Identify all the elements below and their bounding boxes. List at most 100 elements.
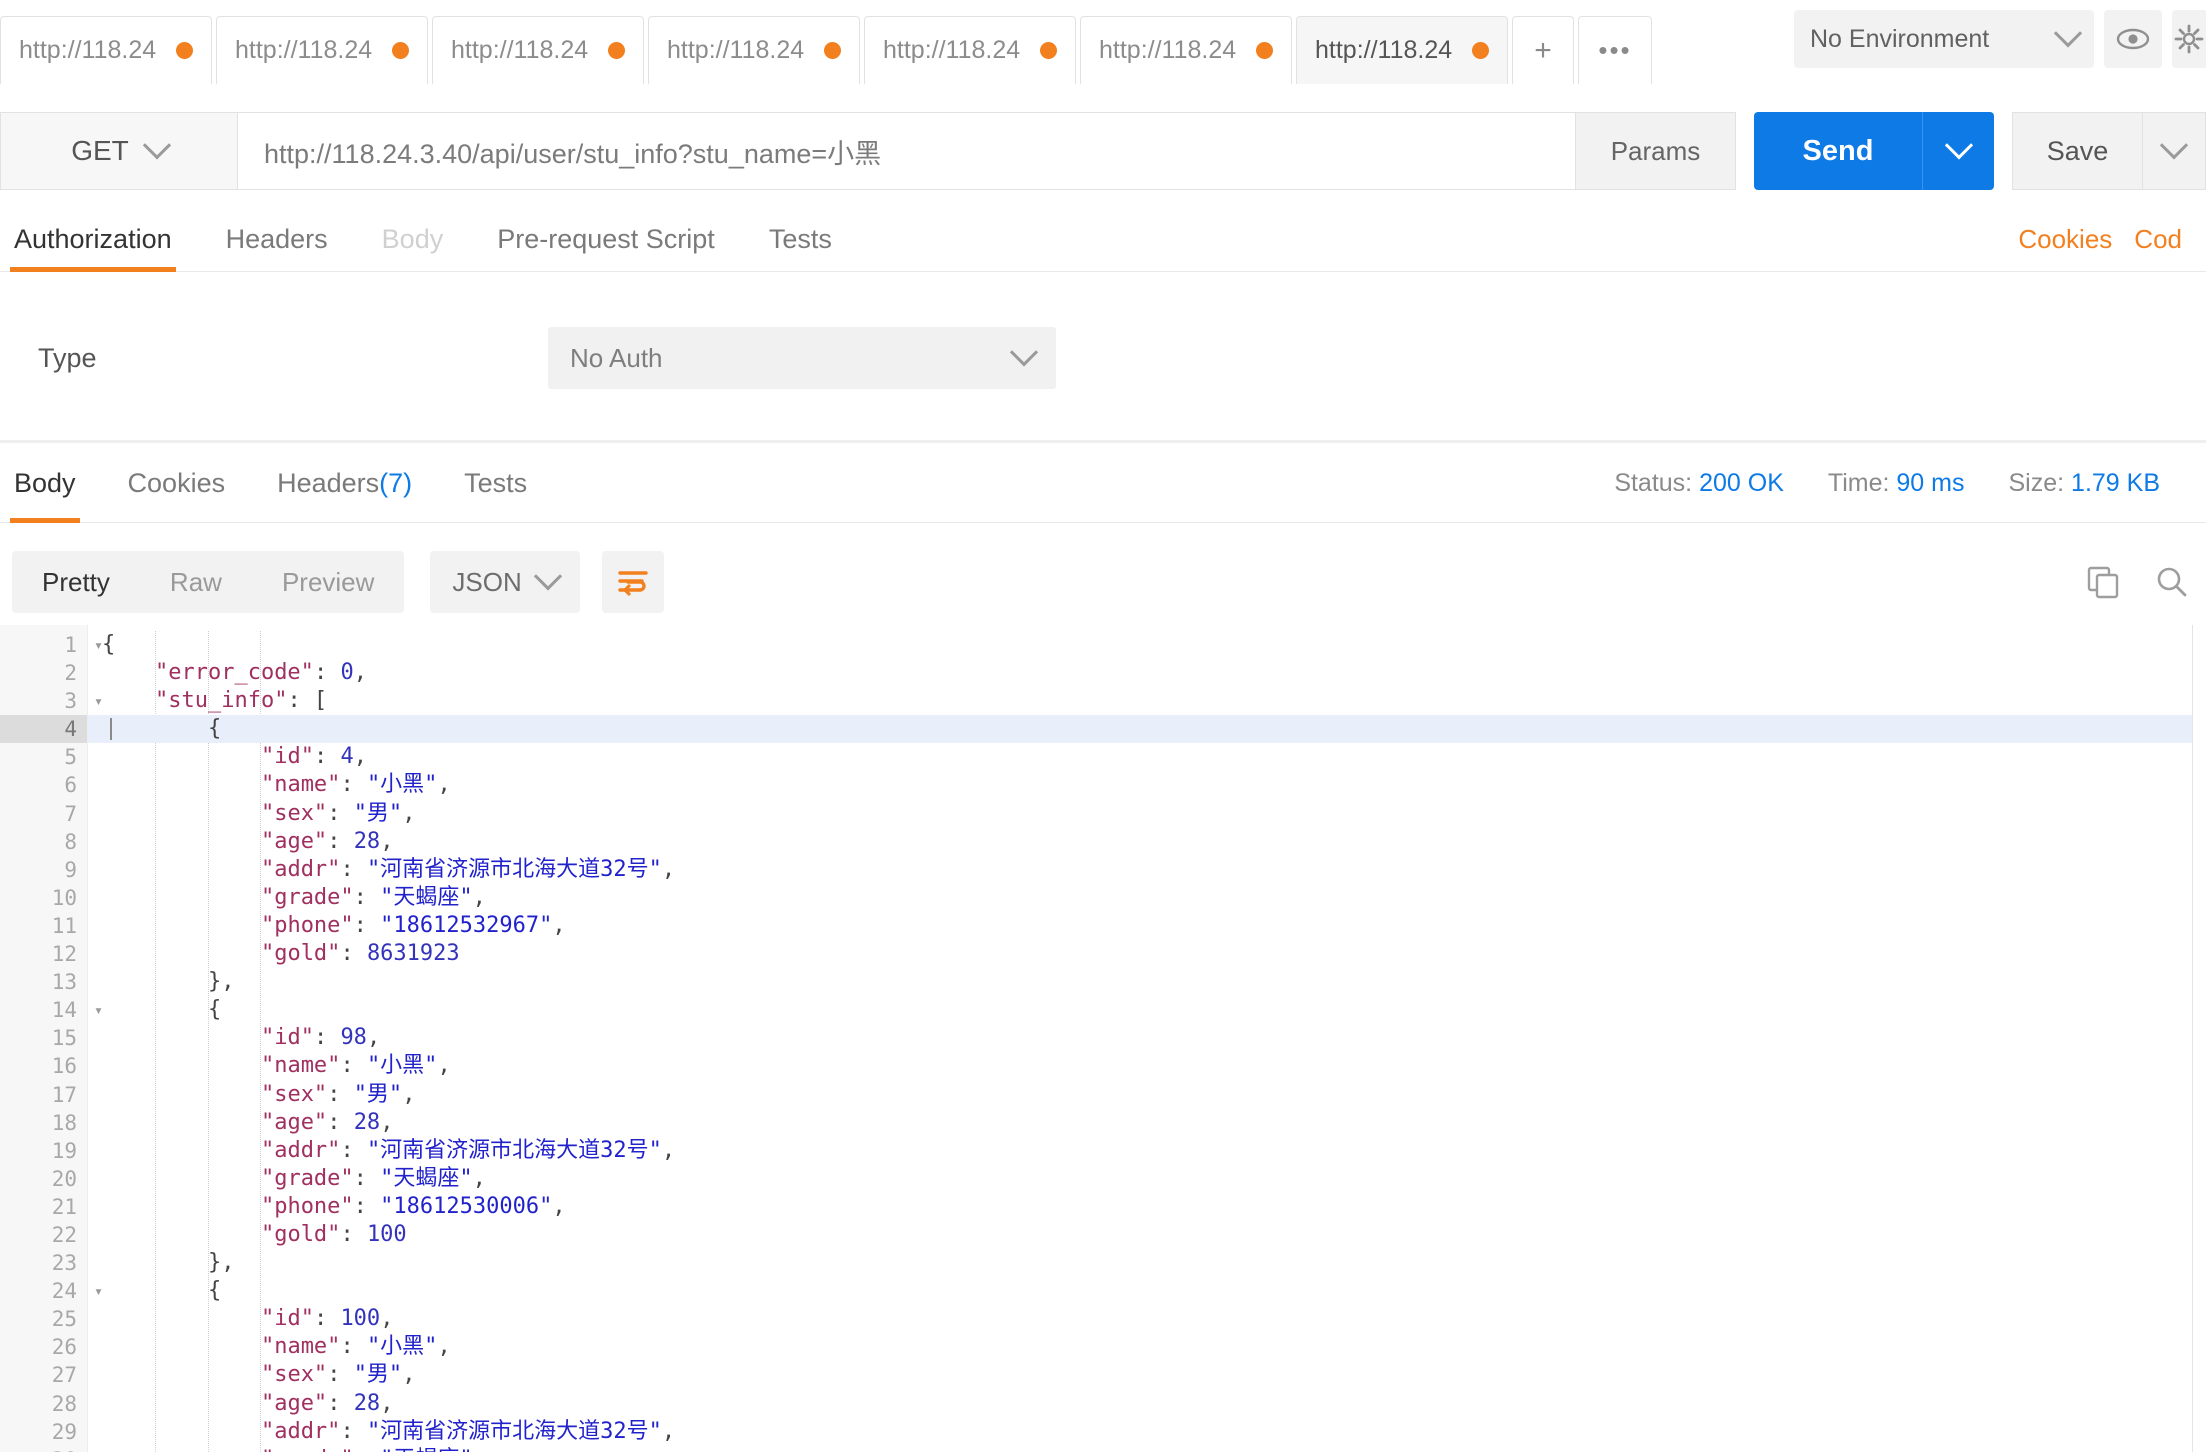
json-token-s: "男" — [353, 1362, 403, 1388]
request-tab-3[interactable]: http://118.24 — [432, 16, 644, 84]
request-tab-7[interactable]: http://118.24 — [1296, 16, 1508, 84]
json-token-k: "gold" — [260, 1221, 341, 1247]
response-tab-count: (7) — [379, 467, 413, 498]
json-token-k: "phone" — [260, 912, 354, 938]
json-token-n: 28 — [353, 1390, 381, 1416]
status-value: 200 OK — [1699, 468, 1784, 497]
request-tab-label: http://118.24 — [19, 36, 157, 64]
unsaved-indicator-icon — [824, 42, 841, 59]
request-tab-4[interactable]: http://118.24 — [648, 16, 860, 84]
json-token-s: "小黑" — [366, 772, 438, 798]
request-section-tabs: Authorization Headers Body Pre-request Scri… — [0, 206, 2206, 272]
json-token-p: , — [402, 1081, 416, 1107]
code-link[interactable]: Cod — [2134, 224, 2182, 255]
json-token-p: , — [437, 1053, 451, 1079]
body-action-icons — [2086, 545, 2188, 619]
line-number: 12 — [51, 942, 77, 967]
json-token-n: 0 — [340, 660, 354, 686]
json-token-p: , — [552, 1193, 566, 1219]
send-options-button[interactable] — [1922, 112, 1994, 190]
size-metric: Size: 1.79 KB — [2008, 468, 2161, 497]
json-token-p: : — [340, 1418, 367, 1444]
request-tab-2[interactable]: http://118.24 — [216, 16, 428, 84]
line-number: 18 — [51, 1110, 77, 1135]
request-tab-1[interactable]: http://118.24 — [0, 16, 212, 84]
line-number: 16 — [51, 1054, 77, 1079]
json-token-p: : — [327, 1081, 354, 1107]
request-tab-pre-request-script[interactable]: Pre-request Script — [497, 206, 715, 272]
code-line: }, — [88, 968, 2206, 996]
line-number: 4▾ — [0, 715, 103, 744]
raw-view-button[interactable]: Raw — [140, 551, 252, 613]
json-token-p: : — [340, 1137, 367, 1163]
json-code-area[interactable]: { "error_code": 0, "stu_info": [ { "id":… — [88, 625, 2206, 1452]
json-token-p: : — [353, 884, 381, 910]
json-token-s: "河南省济源市北海大道32号" — [366, 856, 662, 882]
new-tab-button[interactable]: + — [1512, 16, 1574, 84]
request-tab-6[interactable]: http://118.24 — [1080, 16, 1292, 84]
url-input[interactable]: http://118.24.3.40/api/user/stu_info?stu… — [238, 112, 1576, 190]
params-button[interactable]: Params — [1576, 112, 1736, 190]
settings-icon-button[interactable] — [2172, 10, 2206, 68]
json-token-k: "age" — [260, 828, 328, 854]
search-icon-button[interactable] — [2154, 565, 2188, 599]
response-tab-label: Cookies — [127, 467, 226, 498]
time-value: 90 ms — [1896, 468, 1965, 497]
response-tab-tests[interactable]: Tests — [464, 443, 527, 523]
line-number: 27 — [51, 1363, 77, 1388]
chevron-down-icon — [2159, 131, 2189, 160]
json-token-p: : — [327, 1109, 354, 1135]
pretty-view-button[interactable]: Pretty — [12, 551, 140, 613]
response-tab-cookies[interactable]: Cookies — [128, 443, 226, 523]
code-line: "addr": "河南省济源市北海大道32号", — [88, 1137, 2206, 1165]
request-tab-5[interactable]: http://118.24 — [864, 16, 1076, 84]
request-tab-label: http://118.24 — [235, 36, 373, 64]
code-line: "phone": "18612532967", — [88, 912, 2206, 940]
request-tab-tests[interactable]: Tests — [769, 206, 832, 272]
chevron-down-icon — [533, 562, 562, 591]
word-wrap-button[interactable] — [601, 551, 664, 613]
request-tab-label: http://118.24 — [883, 36, 1021, 64]
response-body-viewer[interactable]: 1▾23▾4▾5 6 7 8 9 10 11 12 1314▾15 16 17 18 19 20 21 22 2… — [0, 625, 2206, 1452]
preview-view-button[interactable]: Preview — [252, 551, 404, 613]
code-line: "sex": "男", — [88, 1361, 2206, 1389]
json-token-p: : — [354, 1447, 381, 1452]
json-token-p: }, — [207, 1250, 235, 1276]
json-token-p: : — [353, 1193, 381, 1219]
save-button[interactable]: Save — [2012, 112, 2142, 190]
line-number: 14 ▾ — [0, 996, 103, 1024]
line-number: 29 — [51, 1419, 77, 1444]
save-options-button[interactable] — [2142, 112, 2206, 190]
response-meta: Status: 200 OK Time: 90 ms Size: 1.79 KB — [1614, 443, 2206, 523]
json-token-p: , — [402, 800, 416, 826]
json-token-p: : [ — [287, 688, 328, 714]
json-token-p: : — [327, 800, 354, 826]
url-text: http://118.24.3.40/api/user/stu_info?stu… — [264, 138, 882, 169]
json-token-p: , — [661, 1418, 676, 1444]
http-method-selector[interactable]: GET — [0, 112, 238, 190]
environment-selector[interactable]: No Environment — [1794, 10, 2094, 68]
code-line: "grade": "天蝎座" — [88, 1446, 2206, 1452]
line-number: 6 — [64, 773, 77, 798]
eye-icon-button[interactable] — [2104, 10, 2162, 68]
json-token-n: 100 — [340, 1306, 381, 1332]
response-tab-body[interactable]: Body — [10, 443, 80, 523]
request-tab-authorization[interactable]: Authorization — [10, 206, 176, 272]
request-tab-headers[interactable]: Headers — [226, 206, 328, 272]
body-format-selector[interactable]: JSON — [430, 551, 580, 613]
json-token-s: "河南省济源市北海大道32号" — [366, 1137, 662, 1163]
cookies-link[interactable]: Cookies — [2018, 224, 2112, 255]
code-line: "gold": 8631923 — [88, 940, 2206, 968]
json-token-k: "sex" — [260, 1362, 328, 1388]
tab-options-button[interactable]: ••• — [1578, 16, 1652, 84]
auth-type-selector[interactable]: No Auth — [548, 327, 1056, 389]
json-token-k: "sex" — [260, 800, 328, 826]
code-line: "id": 100, — [88, 1305, 2206, 1333]
send-button[interactable]: Send — [1754, 112, 1922, 190]
line-number: 10 — [51, 885, 77, 910]
copy-icon-button[interactable] — [2086, 565, 2120, 599]
viewer-right-edge — [2192, 625, 2206, 1452]
json-token-p: : — [353, 912, 381, 938]
response-tab-headers[interactable]: Headers (7) — [277, 443, 412, 523]
status-metric: Status: 200 OK — [1614, 468, 1784, 497]
